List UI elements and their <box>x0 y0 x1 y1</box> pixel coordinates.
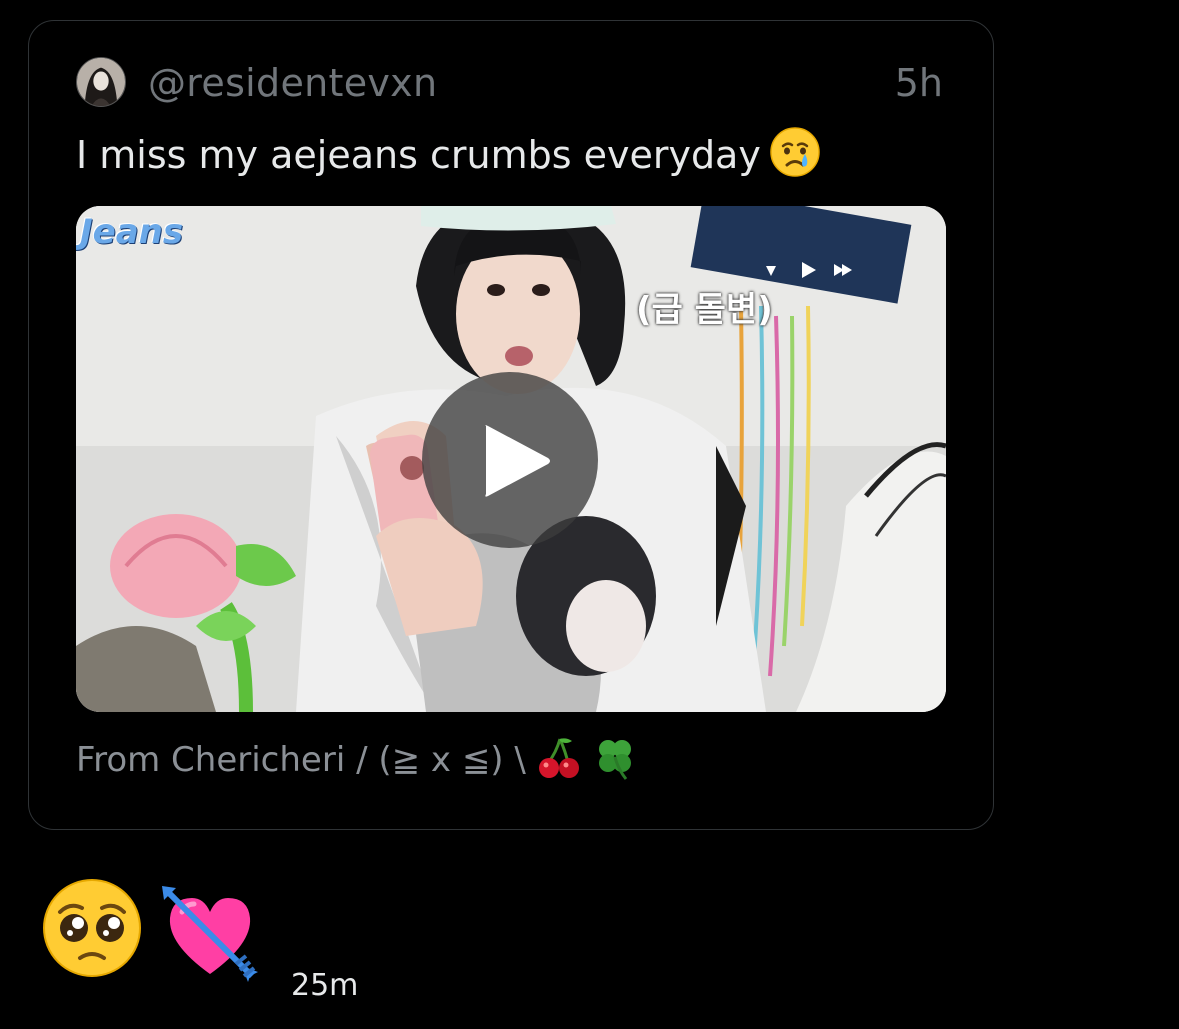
reply-timestamp: 25m <box>291 968 359 1003</box>
tweet-video[interactable]: Jeans (급 돌변) <box>76 206 946 712</box>
tweet-text-content: I miss my aejeans crumbs everyday <box>76 133 761 177</box>
tweet-timestamp: 5h <box>894 61 943 105</box>
source-text: From Chericheri / (≧ x ≦) \ <box>76 740 526 780</box>
four-leaf-clover-emoji-icon <box>598 740 631 780</box>
video-source-attribution: From Chericheri / (≧ x ≦) \ <box>76 734 638 786</box>
pleading-face-emoji-icon <box>43 879 141 977</box>
username-handle[interactable]: @residentevxn <box>148 58 437 108</box>
video-subtitle: (급 돌변) <box>636 290 773 330</box>
tweet-text: I miss my aejeans crumbs everyday <box>76 126 821 182</box>
crying-face-emoji-icon <box>770 127 820 177</box>
heart-with-arrow-emoji-icon <box>162 886 258 982</box>
play-icon <box>485 425 550 497</box>
play-button[interactable] <box>422 372 598 548</box>
cherries-emoji-icon <box>538 738 579 778</box>
user-avatar[interactable] <box>76 57 126 107</box>
video-logo-overlay: Jeans <box>80 212 184 252</box>
